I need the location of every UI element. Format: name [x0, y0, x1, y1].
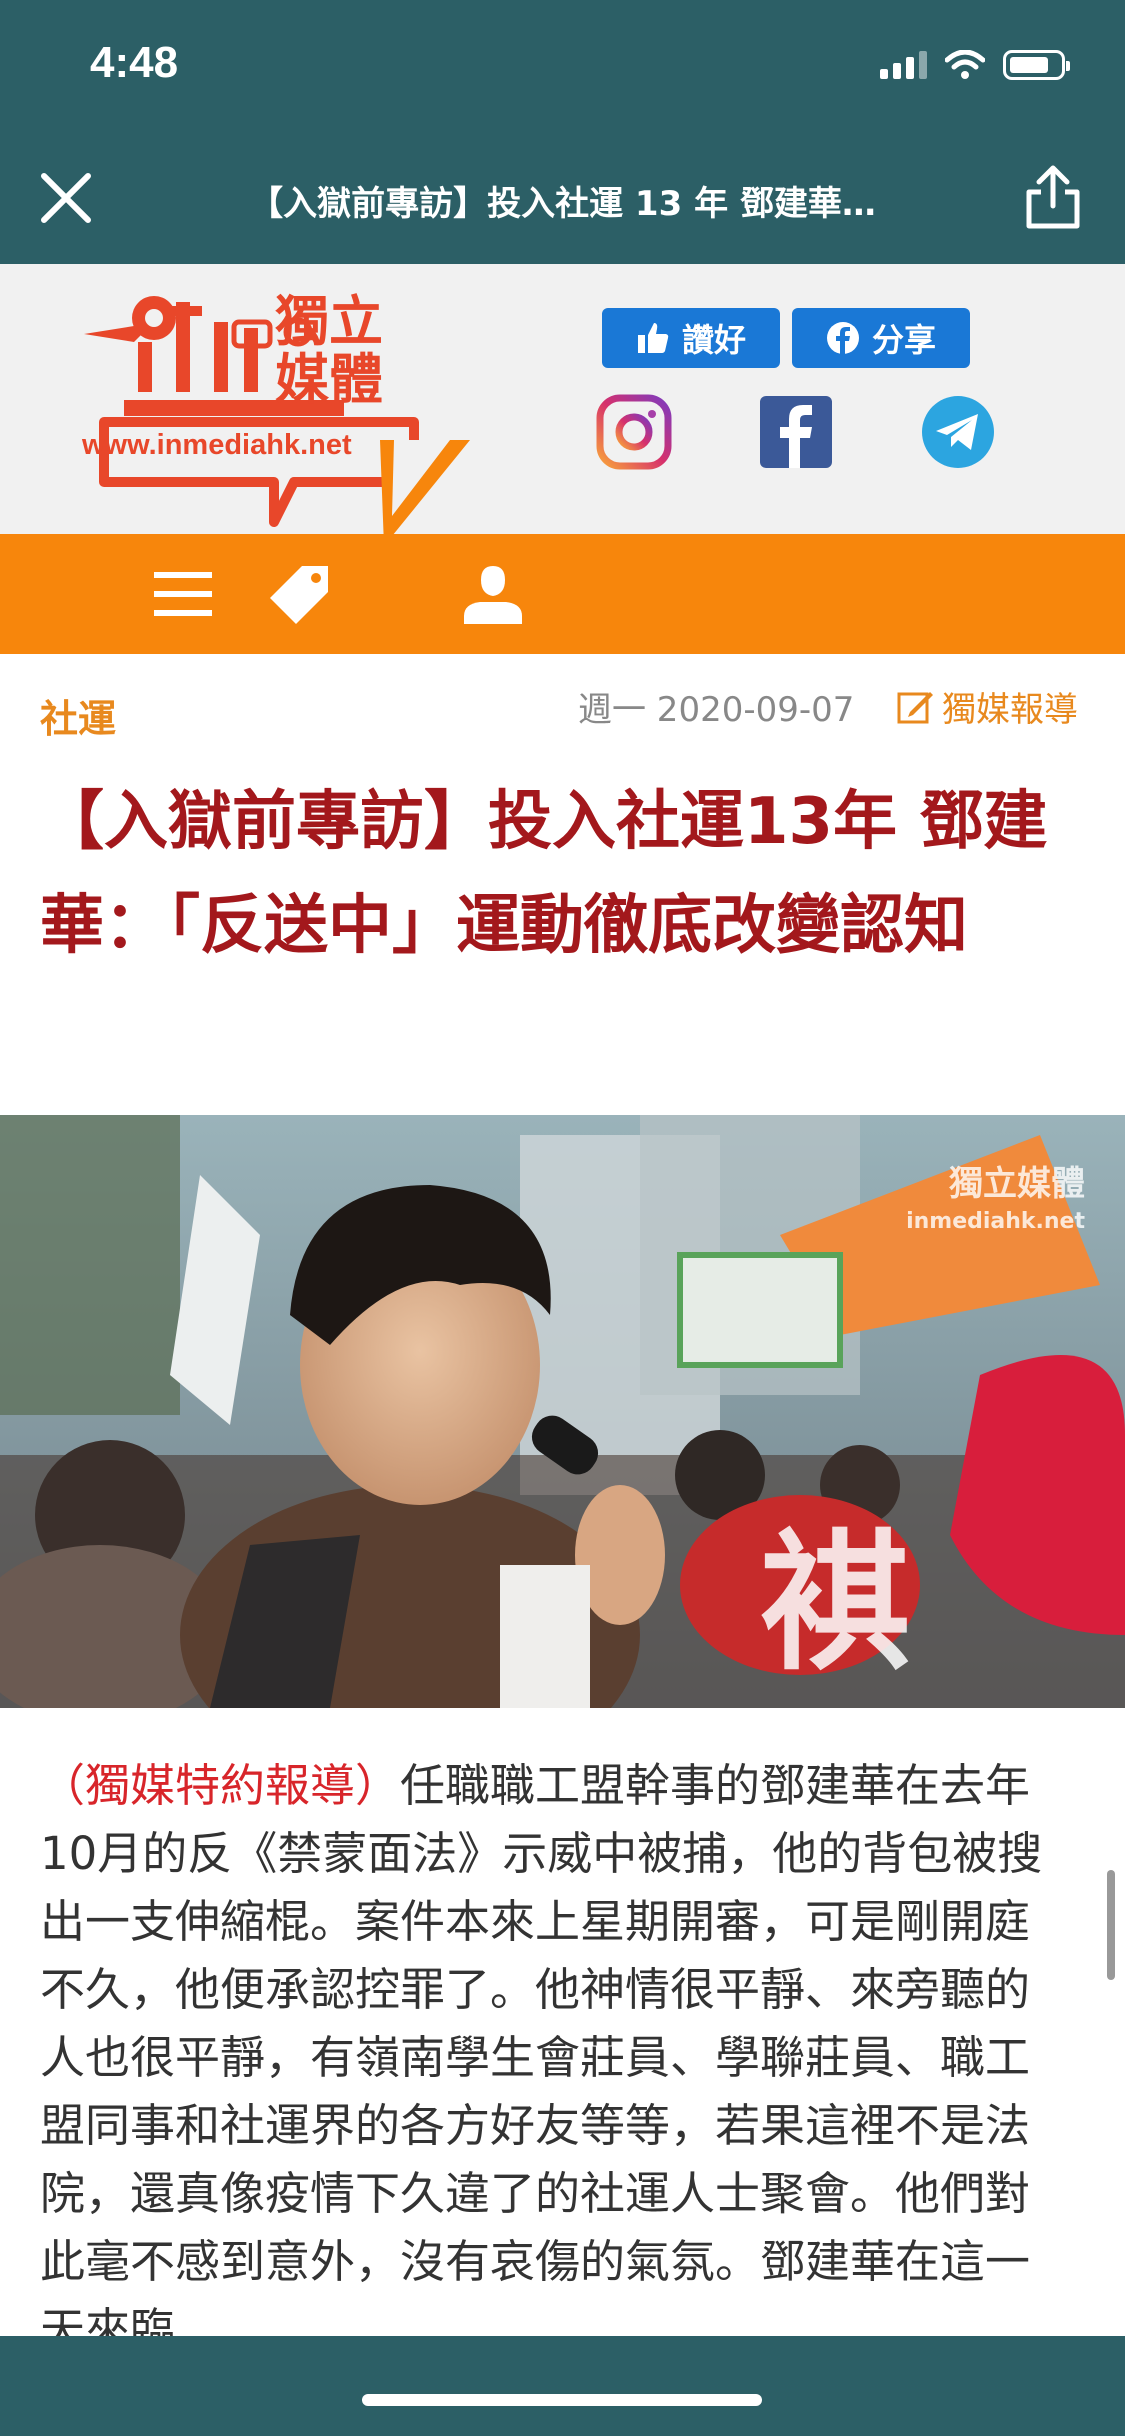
hamburger-menu-icon[interactable]: [150, 562, 216, 626]
status-time: 4:48: [90, 38, 179, 87]
cellular-signal-icon: [880, 51, 927, 79]
edit-icon: [897, 692, 933, 724]
wifi-icon: [945, 50, 985, 79]
logo-text: 獨立媒體: [275, 289, 383, 411]
article-author[interactable]: 獨媒報導: [942, 682, 1078, 731]
article-hero-image: 褀 獨立媒體 inmediahk.net: [0, 1115, 1125, 1708]
facebook-share-button[interactable]: 分享: [792, 308, 970, 368]
telegram-icon[interactable]: [920, 394, 996, 470]
article-lead: （獨媒特約報導）: [40, 1759, 401, 1812]
logo-url: www.inmediahk.net: [82, 429, 352, 461]
close-icon[interactable]: [36, 168, 96, 228]
image-watermark: 獨立媒體 inmediahk.net: [906, 1165, 1085, 1241]
site-header: 獨立媒體 www.inmediahk.net 讚好 分享: [0, 264, 1125, 534]
thumbs-up-icon: [637, 323, 669, 353]
scrollbar[interactable]: [1107, 1870, 1115, 1980]
site-menu-bar: [0, 534, 1125, 654]
share-label: 分享: [871, 321, 936, 359]
battery-icon: [1003, 50, 1070, 80]
bottom-bar: [0, 2336, 1125, 2436]
share-icon[interactable]: [1021, 162, 1085, 232]
tag-icon[interactable]: [266, 562, 332, 626]
article-title: 【入獄前專訪】投入社運13年 鄧建華：「反送中」運動徹底改變認知: [40, 785, 1048, 963]
banner-text: 褀: [760, 1517, 910, 1691]
user-icon[interactable]: [460, 562, 526, 626]
status-bar: 4:48: [0, 0, 1125, 132]
logo-speech-tail: [380, 440, 470, 546]
article-body: （獨媒特約報導）任職職工盟幹事的鄧建華在去年10月的反《禁蒙面法》示威中被捕，他…: [40, 1752, 1060, 2364]
battery-level: [1010, 57, 1048, 73]
home-indicator[interactable]: [362, 2394, 762, 2406]
article-date: 週一 2020-09-07: [578, 690, 855, 730]
article-body-text: 任職職工盟幹事的鄧建華在去年10月的反《禁蒙面法》示威中被捕，他的背包被搜出一支…: [40, 1759, 1043, 2356]
like-label: 讚好: [681, 321, 746, 359]
browser-nav-bar: 【入獄前專訪】投入社運 13 年 鄧建華…: [0, 132, 1125, 264]
watermark-text: 獨立媒體: [949, 1164, 1085, 1204]
article-category[interactable]: 社運: [40, 688, 116, 743]
facebook-icon: [826, 322, 859, 355]
facebook-like-button[interactable]: 讚好: [602, 308, 780, 368]
facebook-page-icon[interactable]: [758, 394, 834, 470]
watermark-url: inmediahk.net: [906, 1209, 1085, 1234]
page-title: 【入獄前專訪】投入社運 13 年 鄧建華…: [249, 184, 876, 224]
status-icons: [880, 50, 1070, 80]
instagram-icon[interactable]: [596, 394, 672, 470]
